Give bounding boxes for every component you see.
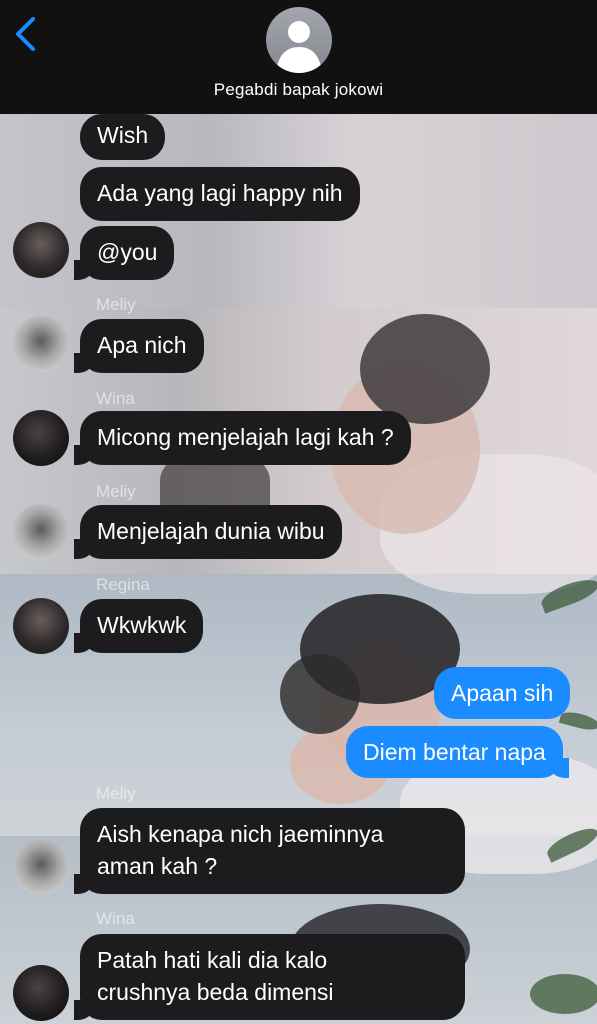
message-text-line: Aish kenapa nich jaeminnya (97, 821, 384, 847)
sender-avatar[interactable] (13, 839, 69, 895)
message-bubble[interactable]: Ada yang lagi happy nih (80, 167, 360, 221)
message-bubble[interactable]: Apa nich (74, 319, 204, 373)
message-bubble[interactable]: Wish (80, 114, 166, 160)
message-text: @you (97, 239, 158, 265)
chat-header: Pegabdi bapak jokowi (0, 0, 597, 114)
sender-avatar[interactable] (13, 410, 69, 466)
message-bubble[interactable]: @you (73, 226, 175, 280)
sender-avatar[interactable] (13, 316, 69, 372)
sender-name: Meliy (96, 784, 136, 803)
message-text-line: crushnya beda dimensi (97, 979, 334, 1005)
message-text-line: aman kah ? (97, 853, 218, 879)
message-bubble-outgoing[interactable]: Apaan sih (434, 667, 571, 719)
contact-avatar[interactable] (266, 7, 332, 73)
message-bubble[interactable]: Aish kenapa nich jaeminnya aman kah ? (74, 808, 465, 894)
message-bubble[interactable]: Micong menjelajah lagi kah ? (74, 411, 411, 465)
message-text: Menjelajah dunia wibu (97, 518, 325, 544)
sender-avatar[interactable] (13, 504, 69, 560)
message-text: Diem bentar napa (363, 739, 546, 765)
sender-avatar[interactable] (13, 222, 69, 278)
message-text: Apa nich (97, 332, 187, 358)
sender-name: Regina (96, 575, 150, 594)
sender-name: Meliy (96, 482, 136, 501)
sender-avatar[interactable] (13, 965, 69, 1021)
person-silhouette-icon (276, 21, 322, 73)
message-text: Wish (97, 122, 149, 148)
contact-name[interactable]: Pegabdi bapak jokowi (0, 80, 597, 100)
message-bubble-outgoing[interactable]: Diem bentar napa (346, 726, 569, 778)
chevron-left-icon[interactable] (12, 16, 42, 52)
message-bubble[interactable]: Wkwkwk (73, 599, 204, 653)
message-text: Ada yang lagi happy nih (97, 180, 343, 206)
message-text-line: Patah hati kali dia kalo (97, 947, 328, 973)
message-text: Micong menjelajah lagi kah ? (97, 424, 394, 450)
sender-name: Wina (96, 909, 135, 928)
sender-name: Meliy (96, 295, 136, 314)
message-bubble[interactable]: Patah hati kali dia kalo crushnya beda d… (74, 934, 465, 1020)
sender-name: Wina (96, 389, 135, 408)
message-bubble[interactable]: Menjelajah dunia wibu (74, 505, 342, 559)
message-text: Wkwkwk (97, 612, 187, 638)
sender-avatar[interactable] (13, 598, 69, 654)
message-text: Apaan sih (451, 680, 554, 706)
message-list: Wish Ada yang lagi happy nih @you Meliy … (0, 114, 597, 1024)
